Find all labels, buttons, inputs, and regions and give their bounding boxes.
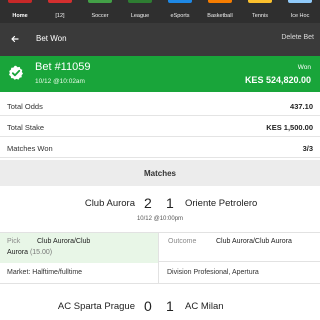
total-odds-row: Total Odds 437.10 [0,96,320,116]
tab-stripe [208,0,232,3]
matches-title: Matches [143,168,176,178]
league-text: Division Profesional, Apertura [167,269,259,276]
tab-label: [12] [55,13,65,19]
tab-stripe [168,0,192,3]
market-row: Market: Halftime/fulltime Division Profe… [0,262,320,284]
match-card[interactable]: Club Aurora 2 1 Oriente Petrolero 10/12 … [0,192,320,284]
won-amount: KES 524,820.00 [244,75,311,85]
tab-label: Home [12,13,28,19]
stat-label: Total Odds [7,102,43,111]
away-team: Oriente Petrolero [185,198,258,209]
home-score: 0 [144,298,152,314]
won-label: Won [297,64,311,71]
away-team: AC Milan [185,301,224,312]
stat-label: Total Stake [7,123,45,132]
tab-tennis[interactable]: Tennis [240,0,280,23]
tab-betslip[interactable]: [12] [40,0,80,23]
home-team: Club Aurora [84,198,135,209]
stat-value: 437.10 [290,102,313,111]
tab-label: League [130,13,150,19]
pick-value-cont: Aurora (15.00) [7,249,52,256]
sport-tabs: Home [12] Soccer League eSports Basketba… [0,0,320,23]
match-card[interactable]: AC Sparta Prague 0 1 AC Milan [0,295,320,320]
divider [158,262,159,284]
matches-won-row: Matches Won 3/3 [0,138,320,158]
pick-outcome-row: Pick Club Aurora/Club Aurora (15.00) Out… [0,232,320,263]
bet-summary: Bet #11059 10/12 @10:02am Won KES 524,82… [0,56,320,92]
tab-basketball[interactable]: Basketball [200,0,240,23]
tab-ice-hockey[interactable]: Ice Hoc [280,0,320,23]
tab-stripe [48,0,72,3]
pick-value: Club Aurora/Club [37,238,91,245]
away-score: 1 [166,298,174,314]
stat-value: 3/3 [302,144,313,153]
outcome-value: Club Aurora/Club Aurora [216,238,292,245]
tab-label: Basketball [207,13,233,19]
tab-esports[interactable]: eSports [160,0,200,23]
tab-stripe [88,0,112,3]
tab-home[interactable]: Home [0,0,40,23]
pick-odds: (15.00) [28,249,53,256]
pick-cell: Pick Club Aurora/Club Aurora (15.00) [0,233,158,263]
bet-id: Bet #11059 [35,61,91,73]
pick-value-line2: Aurora [7,249,29,256]
tab-league[interactable]: League [120,0,160,23]
stat-label: Matches Won [7,144,53,153]
check-badge-icon [9,65,23,80]
back-arrow-icon[interactable] [8,32,22,46]
outcome-label: Outcome [168,238,197,245]
home-team: AC Sparta Prague [57,301,135,312]
page-title: Bet Won [36,34,67,43]
stat-value: KES 1,500.00 [266,123,313,132]
match-teams: AC Sparta Prague 0 1 AC Milan [0,295,320,317]
market-text: Market: Halftime/fulltime [7,269,83,276]
tab-stripe [128,0,152,3]
away-score: 1 [166,195,174,211]
tab-label: Ice Hoc [290,13,310,19]
tab-soccer[interactable]: Soccer [80,0,120,23]
delete-bet-button[interactable]: Delete Bet [281,34,314,41]
bet-time: 10/12 @10:02am [35,78,85,85]
tab-stripe [288,0,312,3]
tab-label: eSports [170,13,190,19]
pick-label: Pick [7,238,21,245]
match-time: 10/12 @10:00pm [136,216,184,222]
tab-label: Tennis [252,13,268,19]
page-header: Bet Won Delete Bet [0,23,320,56]
matches-header: Matches [0,160,320,186]
tab-stripe [8,0,32,3]
home-score: 2 [144,195,152,211]
tab-stripe [248,0,272,3]
outcome-cell: Outcome Club Aurora/Club Aurora [158,233,320,263]
tab-label: Soccer [91,13,109,19]
total-stake-row: Total Stake KES 1,500.00 [0,117,320,137]
match-teams: Club Aurora 2 1 Oriente Petrolero [0,192,320,214]
